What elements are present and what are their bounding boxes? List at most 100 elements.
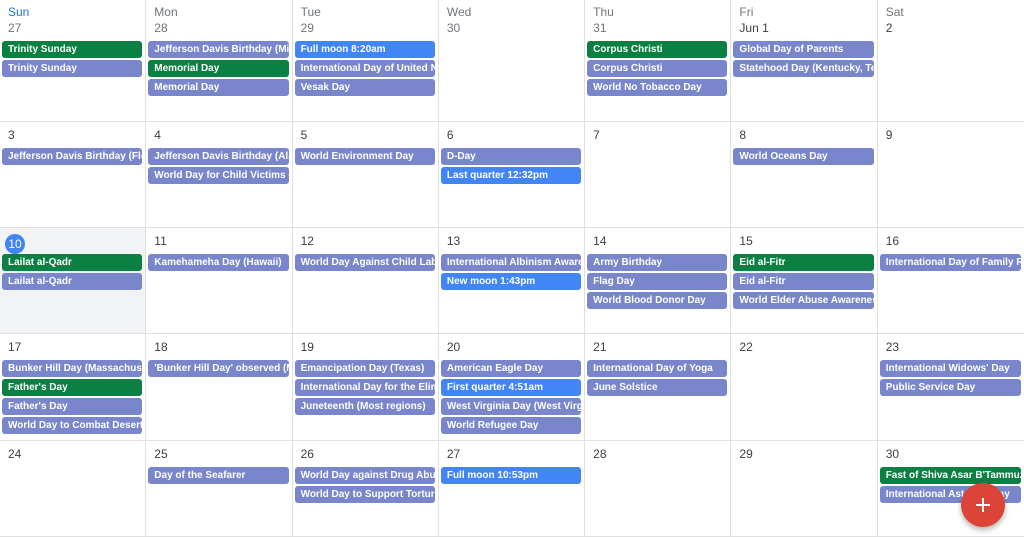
event-chip[interactable]: Last quarter 12:32pm — [440, 167, 582, 184]
date-number[interactable]: 12 — [301, 234, 314, 248]
day-cell[interactable]: 12 World Day Against Child Labour — [292, 228, 439, 334]
event-chip[interactable]: International Widows' Day — [879, 360, 1021, 377]
date-number[interactable]: 20 — [447, 340, 460, 354]
event-chip[interactable]: Lailat al-Qadr — [2, 273, 143, 290]
day-cell[interactable]: 20 American Eagle Day First quarter 4:51am… — [438, 334, 586, 441]
event-chip[interactable]: Jefferson Davis Birthday (Alabama) — [148, 148, 289, 165]
day-cell[interactable]: Sat 2 — [877, 0, 1024, 122]
date-number[interactable]: 8 — [739, 128, 746, 142]
event-chip[interactable]: Eid al-Fitr — [733, 254, 874, 271]
event-chip[interactable]: Emancipation Day (Texas) — [294, 360, 435, 377]
event-chip[interactable]: International Day for the Elimination of… — [294, 379, 435, 396]
event-chip[interactable]: Juneteenth (Most regions) — [294, 398, 435, 415]
event-chip[interactable]: World No Tobacco Day — [587, 79, 728, 96]
day-cell[interactable]: 19 Emancipation Day (Texas) International … — [292, 334, 439, 441]
event-chip[interactable]: World Refugee Day — [440, 417, 582, 434]
event-chip[interactable]: Eid al-Fitr — [733, 273, 874, 290]
event-chip[interactable]: World Day Against Child Labour — [294, 254, 435, 271]
day-cell[interactable]: 4 Jefferson Davis Birthday (Alabama) World… — [146, 122, 293, 228]
day-cell[interactable]: 23 International Widows' Day Public Servic… — [877, 334, 1024, 441]
event-chip[interactable]: Trinity Sunday — [2, 41, 143, 58]
date-number[interactable]: 15 — [739, 234, 752, 248]
day-cell[interactable]: 10 Lailat al-Qadr Lailat al-Qadr — [0, 228, 147, 334]
event-chip[interactable]: International Day of Family Remittances — [879, 254, 1021, 271]
day-cell[interactable]: 26 World Day against Drug Abuse World Day … — [292, 441, 439, 537]
date-number[interactable]: 16 — [886, 234, 899, 248]
today-date-number[interactable]: 10 — [5, 234, 25, 254]
event-chip[interactable]: 'Bunker Hill Day' observed (Massachusett… — [148, 360, 289, 377]
date-number[interactable]: 24 — [8, 447, 21, 461]
day-cell[interactable]: 30 Fast of Shiva Asar B'Tammuz Internation… — [877, 441, 1024, 537]
event-chip[interactable]: Kamehameha Day (Hawaii) — [148, 254, 289, 271]
date-number[interactable]: 26 — [301, 447, 314, 461]
event-chip[interactable]: Lailat al-Qadr — [2, 254, 143, 271]
event-chip[interactable]: World Elder Abuse Awareness Day — [733, 292, 874, 309]
date-number[interactable]: 17 — [8, 340, 21, 354]
date-number[interactable]: 14 — [593, 234, 606, 248]
event-chip[interactable]: West Virginia Day (West Virginia) — [440, 398, 582, 415]
event-chip[interactable]: World Day for Child Victims of Aggressio… — [148, 167, 289, 184]
date-number[interactable]: 27 — [447, 447, 460, 461]
event-chip[interactable]: Memorial Day — [148, 79, 289, 96]
date-number[interactable]: 13 — [447, 234, 460, 248]
event-chip[interactable]: First quarter 4:51am — [440, 379, 582, 396]
event-chip[interactable]: Father's Day — [2, 398, 143, 415]
day-cell[interactable]: 11 Kamehameha Day (Hawaii) — [146, 228, 293, 334]
day-cell[interactable]: 8 World Oceans Day — [731, 122, 878, 228]
event-chip[interactable]: Bunker Hill Day (Massachusetts) — [2, 360, 143, 377]
event-chip[interactable]: Flag Day — [587, 273, 728, 290]
date-number[interactable]: 30 — [886, 447, 899, 461]
day-cell[interactable]: 13 International Albinism Awareness Day Ne… — [438, 228, 586, 334]
day-cell[interactable]: Wed 30 — [438, 0, 586, 122]
date-number[interactable]: 6 — [447, 128, 454, 142]
event-chip[interactable]: International Albinism Awareness Day — [440, 254, 582, 271]
day-cell[interactable]: 5 World Environment Day — [292, 122, 439, 228]
day-cell[interactable]: 14 Army Birthday Flag Day World Blood Donor… — [585, 228, 732, 334]
event-chip[interactable]: International Day of Yoga — [587, 360, 728, 377]
day-cell[interactable]: Thu 31 Corpus Christi Corpus Christi World N… — [585, 0, 732, 122]
event-chip[interactable]: World Day to Support Torture Victims — [294, 486, 435, 503]
day-cell[interactable]: 29 — [731, 441, 878, 537]
day-cell[interactable]: 15 Eid al-Fitr Eid al-Fitr World Elder Abus… — [731, 228, 878, 334]
day-cell[interactable]: 21 International Day of Yoga June Solstice — [585, 334, 732, 441]
day-cell[interactable]: 7 — [585, 122, 732, 228]
day-cell[interactable]: Fri Jun 1 Global Day of Parents Statehood D… — [731, 0, 878, 122]
day-cell[interactable]: 9 — [877, 122, 1024, 228]
day-cell[interactable]: 16 International Day of Family Remittance… — [877, 228, 1024, 334]
day-cell[interactable]: 25 Day of the Seafarer — [146, 441, 293, 537]
event-chip[interactable]: Trinity Sunday — [2, 60, 143, 77]
event-chip[interactable]: Public Service Day — [879, 379, 1021, 396]
event-chip[interactable]: World Environment Day — [294, 148, 435, 165]
date-number[interactable]: 25 — [154, 447, 167, 461]
event-chip[interactable]: Vesak Day — [294, 79, 435, 96]
day-cell[interactable]: 3 Jefferson Davis Birthday (Florida) — [0, 122, 147, 228]
day-cell[interactable]: 27 Full moon 10:53pm — [438, 441, 586, 537]
date-number[interactable]: 5 — [301, 128, 308, 142]
event-chip[interactable]: Jefferson Davis Birthday (Mississippi) — [148, 41, 289, 58]
day-cell[interactable]: 28 — [585, 441, 732, 537]
date-number[interactable]: 29 — [739, 447, 752, 461]
date-number[interactable]: 4 — [154, 128, 161, 142]
event-chip[interactable]: Corpus Christi — [587, 60, 728, 77]
event-chip[interactable]: Full moon 8:20am — [294, 41, 435, 58]
event-chip[interactable]: Statehood Day (Kentucky, Tennessee) — [733, 60, 874, 77]
event-chip[interactable]: Father's Day — [2, 379, 143, 396]
event-chip[interactable]: Memorial Day — [148, 60, 289, 77]
date-number[interactable]: 19 — [301, 340, 314, 354]
event-chip[interactable]: International Day of United Nations Peac… — [294, 60, 435, 77]
event-chip[interactable]: Corpus Christi — [587, 41, 728, 58]
day-cell[interactable]: 6 D-Day Last quarter 12:32pm — [438, 122, 586, 228]
date-number[interactable]: 7 — [593, 128, 600, 142]
day-cell[interactable]: 18 'Bunker Hill Day' observed (Massachuse… — [146, 334, 293, 441]
event-chip[interactable]: World Day against Drug Abuse — [294, 467, 435, 484]
create-event-button[interactable] — [961, 483, 1005, 527]
event-chip[interactable]: Full moon 10:53pm — [440, 467, 582, 484]
event-chip[interactable]: Jefferson Davis Birthday (Florida) — [2, 148, 143, 165]
date-number[interactable]: 9 — [886, 128, 893, 142]
date-number[interactable]: 22 — [739, 340, 752, 354]
date-number[interactable]: Jun 1 — [739, 21, 768, 35]
day-cell[interactable]: 22 — [731, 334, 878, 441]
date-number[interactable]: 28 — [154, 21, 167, 35]
date-number[interactable]: 27 — [8, 21, 21, 35]
event-chip[interactable]: June Solstice — [587, 379, 728, 396]
